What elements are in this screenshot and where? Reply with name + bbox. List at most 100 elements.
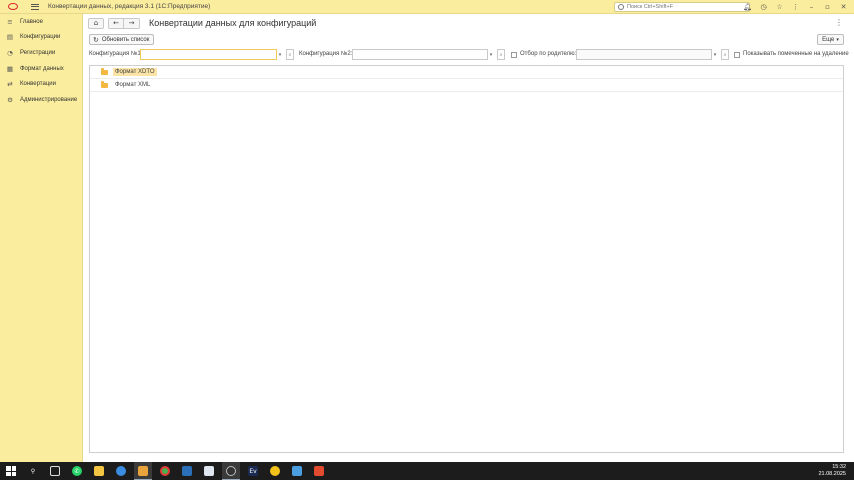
file-explorer-button[interactable] xyxy=(90,462,108,480)
sidebar-item-main[interactable]: ≡ Главное xyxy=(0,14,82,30)
clapper-button[interactable] xyxy=(200,462,218,480)
task-view-button[interactable] xyxy=(46,462,64,480)
smiley-icon xyxy=(270,466,280,476)
arrow-left-icon: ← xyxy=(113,19,119,27)
whatsapp-icon: ✆ xyxy=(72,466,82,476)
page-title: Конвертации данных для конфигураций xyxy=(149,18,317,28)
clock-date: 21.08.2025 xyxy=(818,471,846,477)
nav-row: ⌂ ← → Конвертации данных для конфигураци… xyxy=(88,17,316,29)
config1-label: Конфигурация №1: xyxy=(89,51,143,57)
config1-field[interactable] xyxy=(140,49,277,60)
form-more-icon[interactable]: ⋮ xyxy=(835,18,843,27)
back-button[interactable]: ← xyxy=(108,17,124,29)
start-button[interactable] xyxy=(2,462,20,480)
forward-button[interactable]: → xyxy=(124,17,140,29)
folder-icon xyxy=(94,466,104,476)
sidebar-item-registrations[interactable]: ◔ Регистрации xyxy=(0,45,82,61)
system-clock[interactable]: 15:32 21.08.2025 xyxy=(818,464,846,478)
red-app-button[interactable] xyxy=(310,462,328,480)
chrome-button[interactable] xyxy=(156,462,174,480)
config2-label: Конфигурация №2: xyxy=(299,51,353,57)
chart-icon: ◔ xyxy=(7,48,13,57)
title-bar: Конвертации данных, редакция 3.1 (1С:Пре… xyxy=(0,0,854,14)
minimize-icon[interactable]: – xyxy=(807,1,816,12)
global-search[interactable] xyxy=(614,2,750,12)
monitor-button[interactable] xyxy=(178,462,196,480)
obs-button[interactable] xyxy=(222,462,240,480)
table-icon: ▦ xyxy=(6,64,14,73)
emoji-app-button[interactable] xyxy=(266,462,284,480)
sidebar-item-label: Формат данных xyxy=(20,65,64,72)
config1-open-icon[interactable]: ⌕ xyxy=(286,49,294,60)
taskbar: ⚲ ✆ Ev 15:32 21.08.2025 xyxy=(0,462,854,480)
refresh-button[interactable]: ↻ Обновить список xyxy=(89,34,154,45)
parent-filter-checkbox[interactable] xyxy=(511,52,517,58)
parent-filter-label: Отбор по родителю: xyxy=(520,51,577,57)
davinci-icon: Ev xyxy=(248,466,258,476)
sidebar-item-data-format[interactable]: ▦ Формат данных xyxy=(0,61,82,77)
conversions-tree[interactable]: Формат XDTO Формат XML xyxy=(89,65,844,453)
folder-icon xyxy=(101,68,108,75)
app-icon xyxy=(314,466,324,476)
close-icon[interactable]: ✕ xyxy=(839,1,848,12)
davinci-button[interactable]: Ev xyxy=(244,462,262,480)
sidebar-item-administration[interactable]: ⚙ Администрирование xyxy=(0,92,82,108)
arrow-right-icon: → xyxy=(128,19,135,27)
show-deleted-label: Показывать помеченные на удаление xyxy=(743,51,849,57)
app-button[interactable] xyxy=(112,462,130,480)
clock-time: 15:32 xyxy=(832,464,846,470)
search-taskbar-button[interactable]: ⚲ xyxy=(24,462,42,480)
sidebar-item-label: Регистрации xyxy=(20,49,56,56)
chrome-icon xyxy=(160,466,170,476)
tree-row[interactable]: Формат XDTO xyxy=(90,66,843,79)
star-icon[interactable]: ☆ xyxy=(775,1,784,12)
history-icon[interactable]: ◷ xyxy=(759,1,768,12)
maximize-icon[interactable]: ▫ xyxy=(823,1,832,12)
parent-open-icon[interactable]: ⌕ xyxy=(721,49,729,60)
refresh-icon: ↻ xyxy=(93,35,99,44)
parent-field[interactable] xyxy=(576,49,712,60)
main-panel: ⌂ ← → Конвертации данных для конфигураци… xyxy=(83,14,854,462)
sidebar-item-label: Конфигурации xyxy=(20,34,61,41)
windows-icon xyxy=(6,466,16,476)
gear-icon: ⚙ xyxy=(7,95,13,104)
home-button[interactable]: ⌂ xyxy=(88,17,104,29)
document-icon: ▤ xyxy=(6,33,14,42)
1c-app-button[interactable] xyxy=(134,462,152,480)
search-icon xyxy=(618,4,624,10)
clapper-icon xyxy=(204,466,214,476)
more-icon[interactable]: ⋮ xyxy=(791,1,800,12)
sidebar-item-configurations[interactable]: ▤ Конфигурации xyxy=(0,30,82,46)
config2-field[interactable] xyxy=(352,49,488,60)
search-input[interactable] xyxy=(627,4,747,10)
refresh-label: Обновить список xyxy=(101,36,150,43)
1c-logo-icon xyxy=(7,2,19,12)
config1-dropdown-icon[interactable]: ▾ xyxy=(276,49,284,60)
config2-open-icon[interactable]: ⌕ xyxy=(497,49,505,60)
search-icon: ⚲ xyxy=(30,467,36,475)
more-button[interactable]: Еще ▾ xyxy=(817,34,844,45)
chevron-down-icon: ▾ xyxy=(836,36,839,43)
titlebar-controls: 🔔︎ ◷ ☆ ⋮ – ▫ ✕ xyxy=(743,1,848,12)
home-icon: ⌂ xyxy=(93,19,99,27)
globe-icon xyxy=(116,466,126,476)
app-title: Конвертации данных, редакция 3.1 (1С:Пре… xyxy=(48,3,211,10)
history-nav: ← → xyxy=(108,17,140,29)
sidebar-item-label: Конвертации xyxy=(20,81,56,88)
sidebar-item-conversions[interactable]: ⇄ Конвертации xyxy=(0,76,82,92)
folder-icon xyxy=(101,81,108,88)
filter-row: Конфигурация №1: ▾ ⌕ Конфигурация №2: ▾ … xyxy=(83,49,854,61)
tree-row[interactable]: Формат XML xyxy=(90,79,843,92)
more-label: Еще xyxy=(822,36,835,43)
bell-icon[interactable]: 🔔︎ xyxy=(743,1,752,12)
whatsapp-button[interactable]: ✆ xyxy=(68,462,86,480)
hamburger-menu-icon[interactable] xyxy=(31,3,39,10)
photos-button[interactable] xyxy=(288,462,306,480)
sidebar-item-label: Администрирование xyxy=(20,96,78,103)
1c-icon xyxy=(138,465,148,476)
parent-dropdown-icon[interactable]: ▾ xyxy=(711,49,719,60)
exchange-icon: ⇄ xyxy=(7,80,13,89)
sidebar: ≡ Главное ▤ Конфигурации ◔ Регистрации ▦… xyxy=(0,14,83,462)
show-deleted-checkbox[interactable] xyxy=(734,52,740,58)
config2-dropdown-icon[interactable]: ▾ xyxy=(487,49,495,60)
